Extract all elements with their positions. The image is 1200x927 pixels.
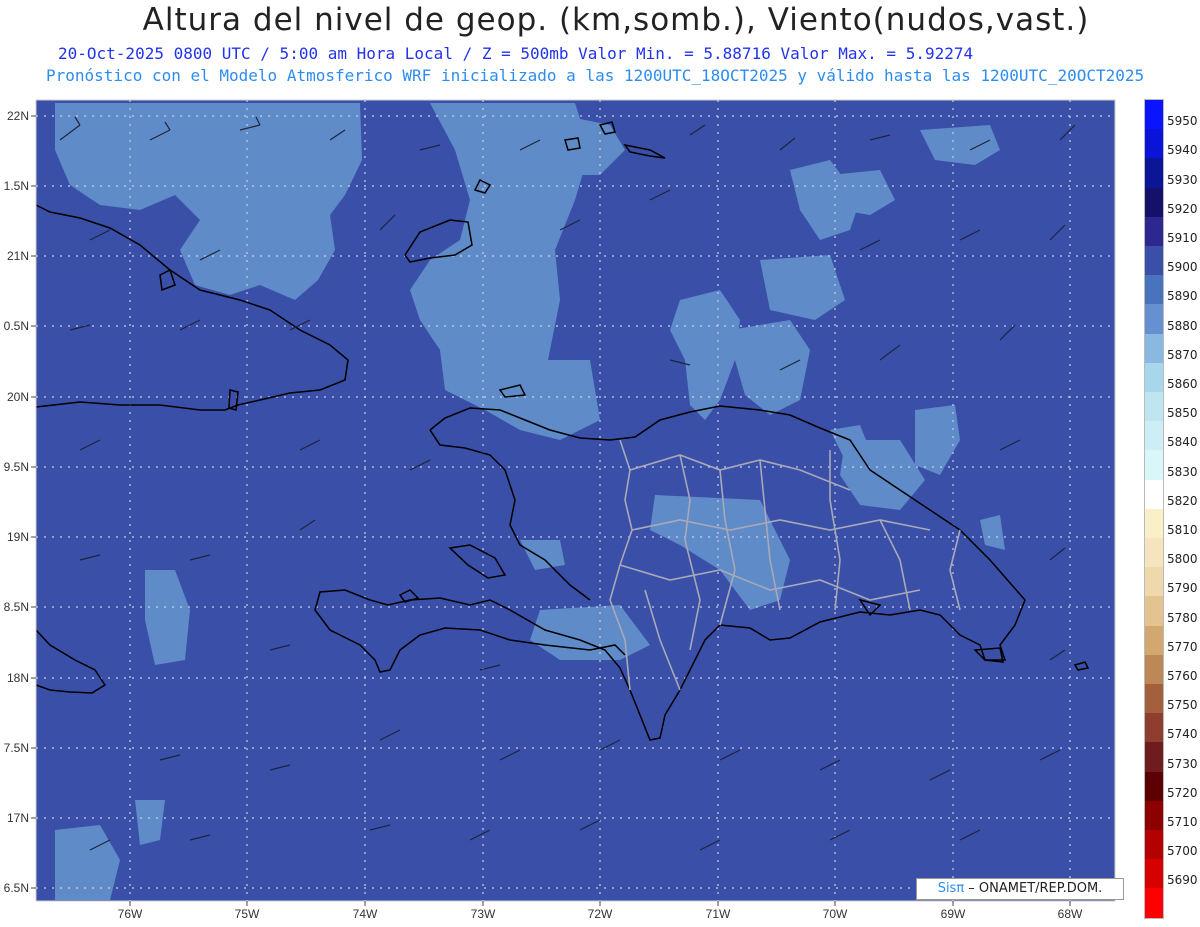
color-scale-label: 5920 [1167,201,1198,216]
color-scale-label: 5940 [1167,143,1198,158]
color-swatch [1145,479,1163,509]
color-swatch [1145,275,1163,305]
color-scale-label: 5770 [1167,639,1198,654]
color-swatch [1145,800,1163,830]
color-scale-label: 5740 [1167,727,1198,742]
color-scale-label: 5950 [1167,114,1198,129]
color-swatch [1145,100,1163,130]
lat-label: 0.5N [4,319,29,333]
lat-label: 20N [7,390,29,404]
lat-label: 6.5N [4,881,29,895]
lat-label: 18N [7,671,29,685]
color-swatch [1145,392,1163,422]
lat-label: 7.5N [4,741,29,755]
color-swatch [1145,742,1163,772]
color-swatch [1145,684,1163,714]
color-swatch [1145,129,1163,159]
color-swatch [1145,304,1163,334]
color-scale-label: 5860 [1167,377,1198,391]
lon-label: 76W [118,907,143,921]
color-swatch [1145,216,1163,246]
latitude-labels: 22N 1.5N 21N 0.5N 20N 9.5N 19N 8.5N 18N … [4,109,29,895]
color-swatch [1145,654,1163,684]
lat-label: 21N [7,249,29,263]
lon-label: 73W [471,907,496,921]
color-swatch [1145,567,1163,597]
lon-label: 74W [353,907,378,921]
color-scale-label: 5820 [1167,493,1198,508]
lat-label: 8.5N [4,600,29,614]
color-scale-label: 5720 [1167,785,1198,800]
sispi-logo: Sisπ [937,881,965,896]
color-scale-label: 5750 [1167,698,1198,713]
color-scale-label: 5840 [1167,435,1198,450]
color-swatch [1145,362,1163,392]
color-swatch [1145,771,1163,801]
color-scale-label: 5730 [1167,756,1198,771]
lat-label: 9.5N [4,460,29,474]
color-swatch [1145,859,1163,889]
color-swatch [1145,333,1163,363]
lon-label: 70W [823,907,848,921]
color-swatch [1145,538,1163,568]
lon-label: 75W [235,907,260,921]
color-scale-label: 5870 [1167,347,1198,362]
color-scale-label: 5790 [1167,581,1198,596]
color-swatch [1145,888,1163,918]
color-scale-label: 5890 [1167,289,1198,304]
lon-label: 69W [941,907,966,921]
color-swatch [1145,625,1163,655]
credit-text: – ONAMET/REP.DOM. [964,881,1103,896]
color-scale-label: 5800 [1167,552,1198,567]
credit-box: Sisπ – ONAMET/REP.DOM. [916,878,1124,900]
color-scale-label: 5810 [1167,523,1198,537]
color-scale-label: 5710 [1167,815,1198,829]
lat-label: 1.5N [4,179,29,193]
lat-label: 22N [7,109,29,123]
color-scale-label: 5910 [1167,231,1198,245]
color-scale-label: 5880 [1167,318,1198,333]
color-swatch [1145,830,1163,860]
forecast-map: 22N 1.5N 21N 0.5N 20N 9.5N 19N 8.5N 18N … [4,99,1116,921]
color-scale-label: 5690 [1167,873,1198,888]
color-scale-label: 5700 [1167,844,1198,859]
color-swatch [1145,450,1163,480]
lon-label: 68W [1058,907,1083,921]
color-scale-label: 5850 [1167,406,1198,421]
lon-label: 72W [588,907,613,921]
color-swatch [1145,246,1163,276]
color-scale-label: 5760 [1167,669,1198,683]
color-swatch [1145,421,1163,451]
color-swatch [1145,187,1163,217]
lat-label: 17N [7,811,29,825]
color-scale-label: 5830 [1167,464,1198,479]
color-scale-bar [1144,99,1164,919]
color-swatch [1145,158,1163,188]
lon-label: 71W [706,907,731,921]
longitude-labels: 76W 75W 74W 73W 72W 71W 70W 69W 68W [118,907,1083,921]
color-swatch [1145,596,1163,626]
lat-label: 19N [7,530,29,544]
color-scale-label: 5900 [1167,260,1198,275]
color-swatch [1145,713,1163,743]
color-scale-label: 5780 [1167,610,1198,625]
color-scale-label: 5930 [1167,172,1198,187]
color-swatch [1145,508,1163,538]
